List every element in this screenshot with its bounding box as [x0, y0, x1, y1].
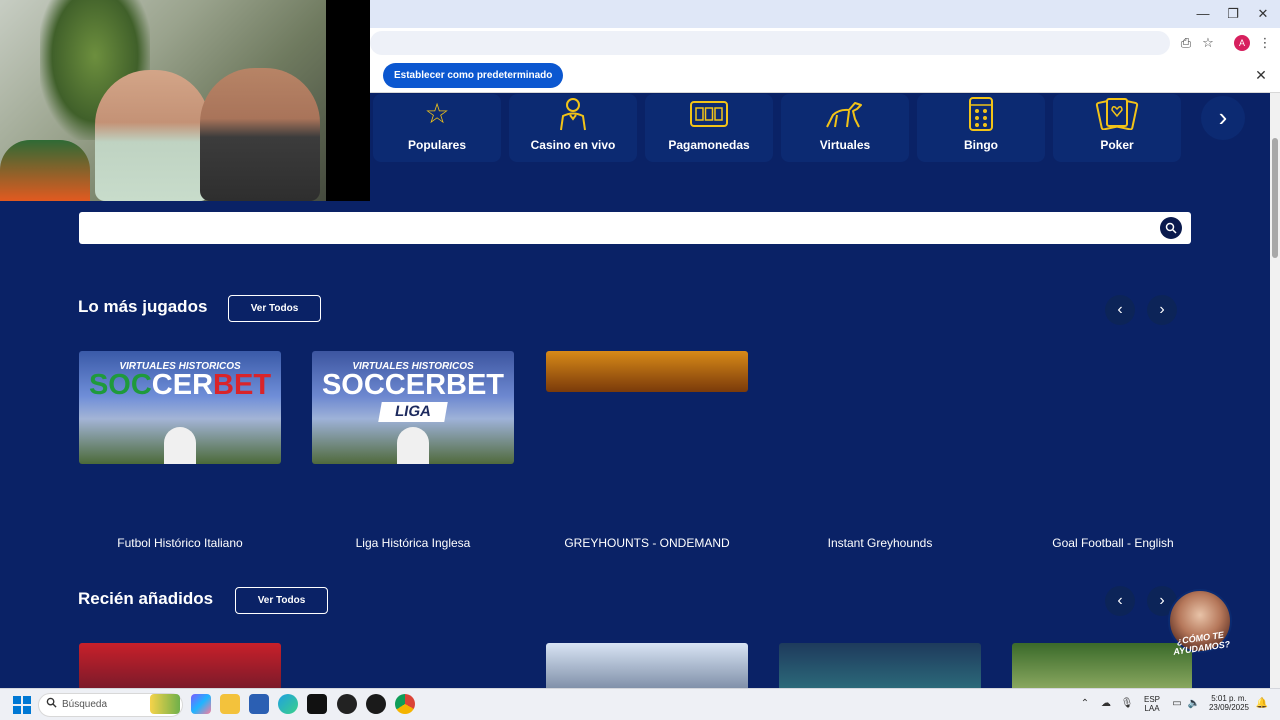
webcam-chair [0, 140, 90, 201]
notifications-bell-icon[interactable]: 🔔 [1255, 697, 1269, 711]
infobar-close-icon[interactable]: ✕ [1252, 66, 1270, 84]
game-thumb-greyhounts-loading[interactable] [546, 351, 748, 392]
bingo-card-icon [917, 96, 1045, 132]
player-silhouette [164, 427, 196, 464]
webcam-person-left [95, 70, 210, 201]
game-search-input[interactable] [79, 212, 1191, 244]
categories-next-button[interactable]: › [1201, 96, 1245, 140]
recently-added-prev-button[interactable]: ‹ [1105, 586, 1135, 616]
maps-pin-icon[interactable] [366, 694, 386, 714]
clock[interactable]: 5:01 p. m. 23/09/2025 [1204, 694, 1254, 712]
volume-icon[interactable]: 🔈 [1187, 697, 1201, 711]
chrome-icon[interactable] [395, 694, 415, 714]
tray-chevron-up-icon[interactable]: ⌃ [1078, 697, 1092, 711]
new-game-thumb[interactable] [779, 643, 981, 689]
copilot-icon[interactable] [191, 694, 211, 714]
scrollbar-thumb[interactable] [1272, 138, 1278, 258]
most-played-prev-button[interactable]: ‹ [1105, 295, 1135, 325]
webcam-black-bar [326, 0, 370, 201]
dealer-icon [509, 96, 637, 132]
game-thumb-liga-historica-inglesa[interactable]: VIRTUALES HISTORICOS SOCCERBET LIGA [312, 351, 514, 464]
restore-icon[interactable]: ❐ [1218, 4, 1248, 24]
recently-added-title: Recién añadidos [78, 589, 214, 608]
slot-machine-icon [645, 96, 773, 132]
set-default-button[interactable]: Establecer como predeterminado [383, 63, 564, 88]
search-button[interactable] [1160, 217, 1182, 239]
category-label: Casino en vivo [530, 138, 616, 152]
greyhound-icon [781, 96, 909, 132]
liga-badge: LIGA [378, 402, 448, 422]
tiktok-icon[interactable] [307, 694, 327, 714]
category-populares[interactable]: ☆ Populares [373, 94, 501, 162]
game-title[interactable]: Goal Football - English [1003, 536, 1223, 550]
windows-start-icon[interactable] [13, 696, 31, 714]
search-highlight-icon[interactable] [150, 694, 180, 714]
category-virtuales[interactable]: Virtuales [781, 94, 909, 162]
most-played-title: Lo más jugados [78, 297, 208, 316]
file-explorer-icon[interactable] [220, 694, 240, 714]
edge-icon[interactable] [278, 694, 298, 714]
category-label: Bingo [964, 138, 998, 152]
category-label: Virtuales [819, 138, 871, 152]
category-label: Poker [1100, 138, 1134, 152]
most-played-next-button[interactable]: › [1147, 295, 1177, 325]
star-icon: ☆ [424, 98, 450, 129]
new-game-thumb[interactable] [79, 643, 281, 689]
category-poker[interactable]: Poker [1053, 94, 1181, 162]
webcam-person-right [200, 68, 320, 201]
store-icon[interactable] [249, 694, 269, 714]
media-app-icon[interactable] [337, 694, 357, 714]
game-title[interactable]: Liga Histórica Inglesa [303, 536, 523, 550]
new-game-thumb[interactable] [1012, 643, 1192, 689]
bookmark-star-icon[interactable]: ☆ [1199, 34, 1217, 52]
taskbar-search-icon [44, 697, 58, 711]
network-monitor-icon[interactable]: ▭ [1170, 697, 1184, 711]
omnibox[interactable] [370, 31, 1170, 55]
category-label: Pagamonedas [668, 138, 750, 152]
close-window-icon[interactable]: ✕ [1248, 4, 1278, 24]
player-silhouette [397, 427, 429, 464]
game-title[interactable]: Instant Greyhounds [770, 536, 990, 550]
language-indicator[interactable]: ESP LAA [1140, 695, 1164, 713]
onedrive-cloud-icon[interactable]: ☁ [1099, 697, 1113, 711]
category-label: Populares [407, 138, 467, 152]
browser-menu-icon[interactable]: ⋮ [1256, 34, 1274, 52]
category-casino-en-vivo[interactable]: Casino en vivo [509, 94, 637, 162]
taskbar-search-label: Búsqueda [62, 699, 108, 710]
install-app-icon[interactable]: ⎙ [1177, 34, 1195, 52]
microphone-icon[interactable]: 🎙 [1120, 697, 1134, 711]
page-scrollbar[interactable] [1270, 93, 1280, 688]
new-game-thumb[interactable] [546, 643, 748, 689]
recently-added-see-all-button[interactable]: Ver Todos [235, 587, 328, 614]
profile-avatar[interactable]: A [1234, 35, 1250, 51]
soccerbet-logo: SOCCERBET [88, 369, 272, 401]
search-icon [1165, 222, 1177, 234]
category-bingo[interactable]: Bingo [917, 94, 1045, 162]
game-thumb-futbol-historico-italiano[interactable]: VIRTUALES HISTORICOS SOCCERBET [79, 351, 281, 464]
poker-cards-icon [1053, 96, 1181, 132]
soccerbet-logo: SOCCERBET [321, 369, 505, 401]
game-title[interactable]: GREYHOUNTS - ONDEMAND [537, 536, 757, 550]
most-played-see-all-button[interactable]: Ver Todos [228, 295, 321, 322]
category-pagamonedas[interactable]: Pagamonedas [645, 94, 773, 162]
webcam-overlay [0, 0, 370, 201]
game-title[interactable]: Futbol Histórico Italiano [70, 536, 290, 550]
minimize-icon[interactable]: — [1188, 4, 1218, 24]
